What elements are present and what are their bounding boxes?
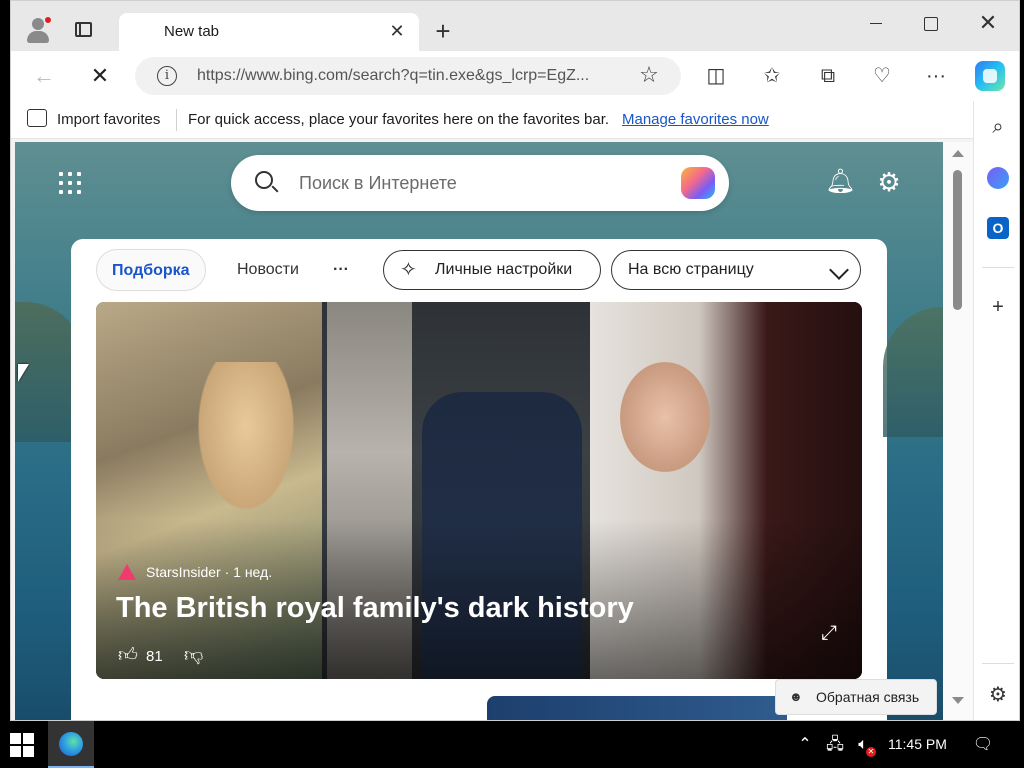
feedback-button[interactable]: ☻ Обратная связь — [775, 679, 937, 715]
add-sidebar-app-icon[interactable]: + — [984, 293, 1012, 321]
article-source[interactable]: StarsInsider · 1 нед. — [146, 564, 272, 580]
like-count: 81 — [146, 648, 163, 665]
taskbar-clock[interactable]: 11:45 PM — [888, 736, 947, 752]
back-arrow-icon[interactable]: ← — [31, 63, 57, 89]
news-card[interactable] — [97, 696, 471, 720]
url-text[interactable]: https://www.bing.com/search?q=tin.exe&gs… — [197, 67, 589, 85]
web-search-box[interactable]: Поиск в Интернете — [231, 155, 729, 211]
tab-more-menu[interactable]: ··· — [318, 249, 364, 291]
tab-featured[interactable]: Подборка — [96, 249, 206, 291]
browser-window: New tab ✕ + ✕ ← ✕ i https://www.bing.com… — [10, 0, 1020, 721]
add-favorite-star-icon[interactable]: ☆ — [637, 63, 661, 87]
search-icon[interactable]: ⌕ — [984, 113, 1012, 141]
import-favorites-button[interactable]: Import favorites — [57, 111, 160, 128]
scroll-down-arrow-icon[interactable] — [952, 697, 964, 704]
edge-sidebar: ⌕ O + ⚙ — [973, 101, 1019, 720]
tab-actions-icon[interactable] — [73, 19, 95, 41]
new-tab-button[interactable]: + — [431, 18, 455, 44]
scroll-up-arrow-icon[interactable] — [952, 150, 964, 157]
thumbs-down-icon[interactable]: 👎︎ — [184, 645, 206, 667]
stop-loading-icon[interactable]: ✕ — [87, 63, 113, 89]
feedback-icon: ☻ — [789, 689, 803, 704]
news-feed-panel: Подборка Новости ··· ✧ Личные настройки … — [71, 239, 887, 720]
news-card[interactable] — [487, 696, 787, 720]
scroll-thumb[interactable] — [953, 170, 962, 310]
site-info-icon[interactable]: i — [157, 66, 177, 86]
favorites-bar: Import favorites For quick access, place… — [11, 101, 973, 139]
maximize-button[interactable] — [907, 9, 953, 39]
profile-avatar-icon[interactable] — [23, 15, 53, 45]
divider — [982, 663, 1014, 664]
source-logo-icon — [118, 564, 136, 582]
taskbar: ⌃ 🖧︎ 🔈︎ ✕ 11:45 PM 🗨︎ — [0, 721, 1024, 768]
hero-news-card[interactable]: StarsInsider · 1 нед. The British royal … — [96, 302, 862, 679]
address-toolbar: ← ✕ i https://www.bing.com/search?q=tin.… — [11, 51, 1019, 101]
address-bar[interactable]: i https://www.bing.com/search?q=tin.exe&… — [135, 57, 681, 95]
network-icon[interactable]: 🖧︎ — [824, 734, 846, 756]
chevron-down-icon — [829, 260, 849, 280]
app-launcher-icon[interactable] — [59, 172, 81, 194]
tab-new-tab[interactable]: New tab ✕ — [119, 13, 419, 51]
tab-close-icon[interactable]: ✕ — [387, 21, 407, 41]
notifications-icon[interactable]: 🗨︎ — [972, 734, 994, 756]
outlook-icon[interactable]: O — [987, 217, 1009, 239]
article-headline[interactable]: The British royal family's dark history — [116, 592, 634, 625]
minimize-button[interactable] — [853, 9, 899, 39]
manage-favorites-link[interactable]: Manage favorites now — [622, 111, 769, 128]
sidebar-settings-gear-icon[interactable]: ⚙ — [984, 681, 1012, 709]
start-windows-icon[interactable] — [10, 733, 34, 757]
collections-icon[interactable]: ⧉ — [815, 63, 841, 89]
favorites-hint: For quick access, place your favorites h… — [188, 111, 610, 128]
notifications-bell-icon[interactable]: 🔔︎ — [825, 168, 855, 196]
new-tab-page: Поиск в Интернете 🔔︎ ⚙ Подборка Новости … — [15, 142, 943, 720]
copilot-search-icon[interactable] — [681, 167, 715, 199]
copilot-sidebar-icon[interactable] — [987, 167, 1009, 189]
title-bar: New tab ✕ + ✕ — [11, 1, 1019, 51]
edge-taskbar-icon[interactable] — [48, 721, 94, 768]
copilot-icon[interactable] — [975, 61, 1005, 91]
tab-title: New tab — [164, 23, 220, 40]
feedback-label: Обратная связь — [816, 689, 920, 705]
divider — [176, 109, 177, 131]
split-screen-icon[interactable]: ◫ — [703, 63, 729, 89]
sparkle-icon: ✧ — [400, 259, 417, 281]
page-settings-gear-icon[interactable]: ⚙ — [875, 168, 903, 196]
page-scrollbar[interactable] — [943, 142, 973, 720]
import-icon[interactable] — [27, 109, 47, 127]
expand-icon[interactable]: ⤢ — [821, 622, 843, 644]
tab-news[interactable]: Новости — [222, 249, 314, 291]
layout-dropdown-value: На всю страницу — [628, 261, 754, 278]
personalize-button[interactable]: ✧ Личные настройки — [383, 250, 601, 290]
chevron-up-icon[interactable]: ⌃ — [794, 734, 816, 756]
mute-indicator-icon: ✕ — [866, 747, 876, 757]
browser-essentials-icon[interactable]: ♡ — [869, 63, 895, 89]
favorites-icon[interactable]: ✩ — [759, 63, 785, 89]
personalize-label: Личные настройки — [435, 261, 573, 278]
close-window-button[interactable]: ✕ — [965, 9, 1011, 39]
layout-dropdown[interactable]: На всю страницу — [611, 250, 861, 290]
mouse-cursor-icon — [18, 364, 29, 382]
more-menu-icon[interactable]: ··· — [923, 63, 949, 89]
search-icon — [255, 171, 273, 189]
divider — [982, 267, 1014, 268]
search-input[interactable]: Поиск в Интернете — [299, 173, 457, 194]
thumbs-up-icon[interactable]: 👍︎ — [118, 645, 140, 667]
